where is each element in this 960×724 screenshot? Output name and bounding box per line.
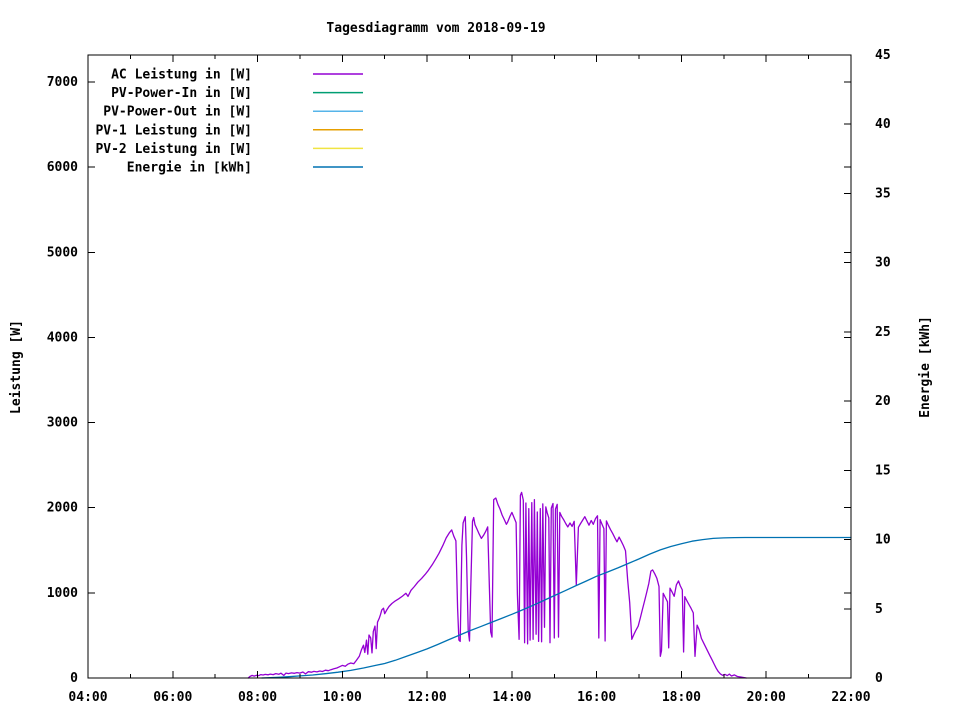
series-line-ac-leistung-in-w [248, 492, 746, 678]
x-tick-label: 10:00 [323, 690, 362, 705]
y-right-tick-label: 45 [875, 48, 891, 63]
legend-label: Energie in [kWh] [127, 161, 252, 176]
y-left-tick-label: 0 [70, 671, 78, 686]
x-tick-label: 14:00 [492, 690, 531, 705]
chart-title: Tagesdiagramm vom 2018-09-19 [326, 21, 545, 36]
y-left-tick-label: 1000 [47, 586, 78, 601]
y-right-tick-label: 25 [875, 325, 891, 340]
legend-label: PV-2 Leistung in [W] [95, 142, 252, 157]
x-tick-label: 08:00 [238, 690, 277, 705]
y-axis-label-right: Energie [kWh] [918, 316, 933, 418]
y-right-tick-label: 40 [875, 117, 891, 132]
x-tick-label: 18:00 [662, 690, 701, 705]
y-axis-label-left: Leistung [W] [9, 320, 24, 414]
chart-svg: Tagesdiagramm vom 2018-09-19 Leistung [W… [0, 0, 960, 720]
x-tick-label: 04:00 [68, 690, 107, 705]
plot-canvas: Tagesdiagramm vom 2018-09-19 Leistung [W… [0, 0, 960, 720]
y-left-tick-label: 6000 [47, 160, 78, 175]
y-right-tick-label: 15 [875, 463, 891, 478]
y-left-tick-label: 2000 [47, 501, 78, 516]
y-right-tick-label: 5 [875, 602, 883, 617]
series-line-energie-in-kwh [262, 538, 851, 679]
y-left-tick-label: 7000 [47, 75, 78, 90]
legend-label: AC Leistung in [W] [111, 68, 252, 83]
y-left-tick-label: 3000 [47, 416, 78, 431]
y-left-tick-label: 4000 [47, 330, 78, 345]
y-right-tick-label: 10 [875, 533, 891, 548]
x-tick-label: 12:00 [408, 690, 447, 705]
legend-label: PV-1 Leistung in [W] [95, 123, 252, 138]
y-right-tick-label: 20 [875, 394, 891, 409]
x-tick-label: 06:00 [153, 690, 192, 705]
chart-generated-layer: 04:00 06:00 08:00 10:00 12:00 14:00 16:00 18:00… [47, 48, 891, 705]
y-right-tick-label: 0 [875, 671, 883, 686]
x-tick-label: 16:00 [577, 690, 616, 705]
legend-label: PV-Power-In in [W] [111, 86, 252, 101]
y-right-tick-label: 30 [875, 256, 891, 271]
x-tick-label: 22:00 [831, 690, 870, 705]
y-left-tick-label: 5000 [47, 245, 78, 260]
x-tick-label: 20:00 [747, 690, 786, 705]
legend-label: PV-Power-Out in [W] [103, 105, 252, 120]
y-right-tick-label: 35 [875, 186, 891, 201]
